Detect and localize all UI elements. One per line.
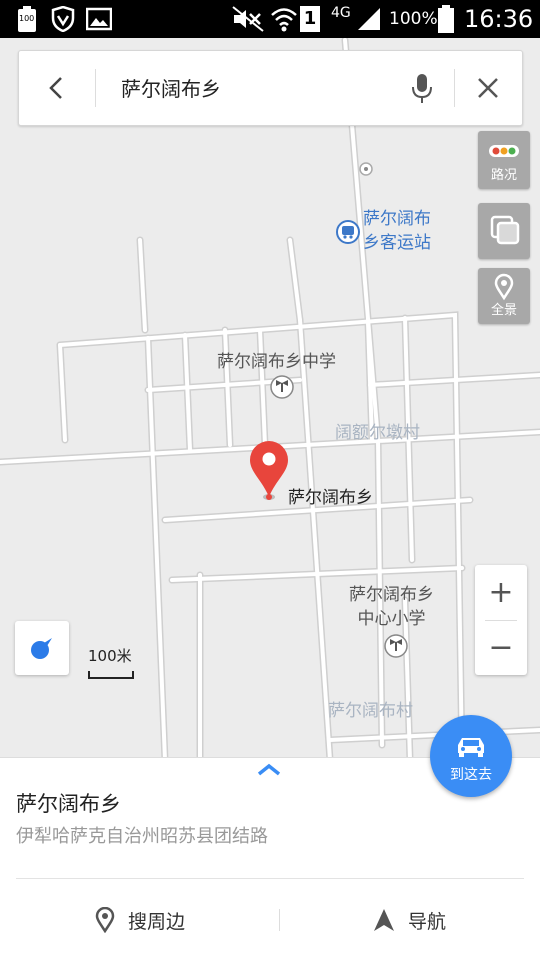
map-scale: 100米: [88, 645, 134, 679]
search-nearby-label: 搜周边: [128, 910, 186, 933]
battery-full-icon: [438, 0, 454, 38]
sim-slot-text: 1: [300, 6, 320, 32]
signal-icon: [356, 0, 382, 38]
school-icon[interactable]: [270, 375, 294, 399]
panorama-button[interactable]: 全景: [478, 268, 530, 324]
poi-label-bus-station[interactable]: 萨尔阔布 乡客运站: [363, 207, 431, 255]
panorama-label: 全景: [490, 303, 517, 318]
traffic-button[interactable]: 路况: [478, 131, 530, 189]
place-address: 伊犁哈萨克自治州昭苏县团结路: [16, 826, 268, 847]
divider: [95, 69, 96, 107]
go-here-button[interactable]: 到这去: [430, 715, 512, 797]
compass-icon: [31, 638, 52, 659]
action-divider: [279, 909, 280, 931]
clock: 16:36: [464, 5, 534, 33]
go-here-label: 到这去: [450, 767, 492, 783]
divider: [454, 69, 455, 107]
minus-icon: −: [488, 630, 514, 665]
navigation-arrow-icon: [374, 909, 394, 931]
battery-percent: 100%: [389, 9, 438, 29]
search-bar[interactable]: 萨尔阔布乡: [18, 50, 523, 126]
map-view[interactable]: 萨尔阔布 乡客运站 萨尔阔布乡中学 阔额尔墩村 萨尔阔布乡 萨尔阔布乡 中心小学…: [0, 38, 540, 760]
image-icon: [86, 0, 112, 38]
mic-icon[interactable]: [399, 65, 445, 111]
wifi-icon: [270, 0, 298, 38]
navigate-label: 导航: [408, 910, 447, 933]
traffic-icon: [489, 145, 519, 157]
battery-small-text: 100: [19, 14, 35, 23]
network-type: 4G: [331, 5, 351, 21]
panel-divider: [16, 878, 524, 879]
zoom-control: + −: [475, 565, 527, 675]
poi-label-primary-school[interactable]: 萨尔阔布乡 中心小学: [349, 583, 434, 631]
map-roads: [0, 38, 540, 760]
village-label: 萨尔阔布村: [328, 701, 413, 721]
sim-icon: 1: [300, 0, 320, 38]
place-title: 萨尔阔布乡: [16, 792, 121, 816]
zoom-out-button[interactable]: −: [475, 620, 527, 675]
scale-bar: [88, 671, 134, 679]
scale-label: 100米: [88, 647, 132, 665]
navigate-button[interactable]: 导航: [372, 898, 446, 942]
traffic-label: 路况: [490, 168, 517, 183]
mute-icon: [232, 0, 264, 38]
chevron-up-icon[interactable]: [255, 762, 283, 782]
marker-label[interactable]: 萨尔阔布乡: [288, 486, 373, 510]
battery-icon: 100: [18, 0, 36, 38]
plus-icon: +: [488, 575, 514, 610]
road-label: 阔额尔墩村: [335, 423, 420, 443]
status-bar: 100 1 4G 100% 16:36: [0, 0, 540, 38]
locate-button[interactable]: [15, 621, 69, 675]
location-marker-icon[interactable]: [250, 441, 288, 500]
school-icon[interactable]: [384, 634, 408, 658]
back-icon[interactable]: [33, 65, 79, 111]
zoom-in-button[interactable]: +: [475, 565, 527, 620]
search-nearby-button[interactable]: 搜周边: [94, 898, 185, 942]
search-query[interactable]: 萨尔阔布乡: [121, 73, 221, 102]
layers-icon: [490, 215, 520, 245]
layers-button[interactable]: [478, 203, 530, 259]
bus-stop-icon[interactable]: [336, 220, 360, 244]
poi-label-middle-school[interactable]: 萨尔阔布乡中学: [217, 350, 336, 374]
pin-icon: [95, 907, 115, 933]
close-icon[interactable]: [465, 65, 511, 111]
shield-icon: [50, 0, 76, 38]
